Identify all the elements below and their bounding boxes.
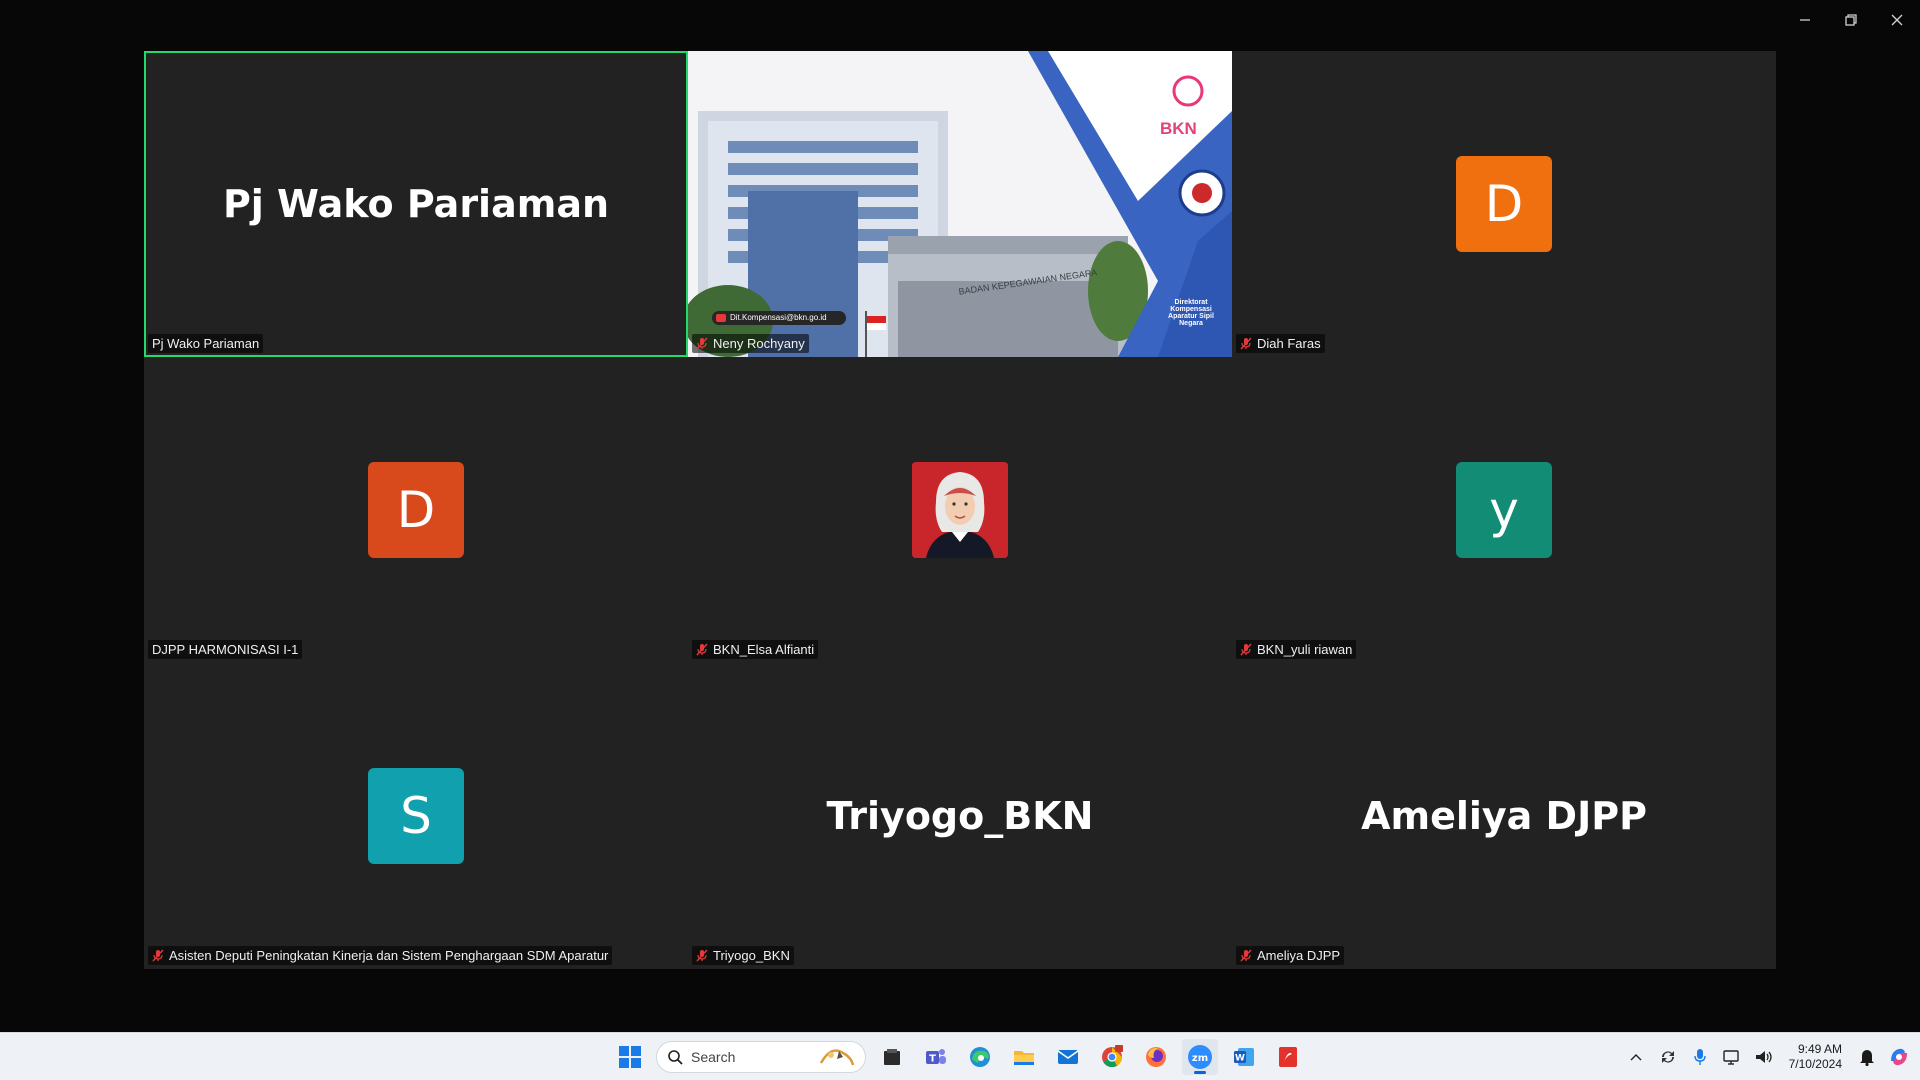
participant-avatar: y	[1456, 462, 1552, 558]
mic-muted-icon	[696, 643, 708, 656]
search-placeholder: Search	[691, 1049, 736, 1065]
taskbar: Search T zm W 9:49 AM 7/10/2024	[0, 1032, 1920, 1080]
participant-tile[interactable]: Pj Wako Pariaman Pj Wako Pariaman	[144, 51, 688, 357]
file-manager-icon[interactable]	[874, 1039, 910, 1075]
restore-icon[interactable]	[1828, 0, 1874, 40]
participant-name-label: Triyogo_BKN	[713, 948, 790, 963]
svg-text:zm: zm	[1192, 1053, 1208, 1064]
participant-name-tag: BKN_yuli riawan	[1236, 640, 1357, 659]
zoom-icon[interactable]: zm	[1182, 1039, 1218, 1075]
bkn-logo-text: BKN	[1160, 119, 1197, 138]
mic-muted-icon	[696, 337, 708, 350]
participant-name-label: Diah Faras	[1257, 336, 1321, 351]
participant-display-name: Triyogo_BKN	[826, 794, 1094, 838]
network-icon[interactable]	[1719, 1042, 1745, 1072]
word-icon[interactable]: W	[1226, 1039, 1262, 1075]
clock-date: 7/10/2024	[1788, 1057, 1842, 1071]
participant-name-tag: Ameliya DJPP	[1236, 946, 1345, 965]
participant-name-label: Neny Rochyany	[713, 336, 805, 351]
participant-avatar: D	[1456, 156, 1552, 252]
participant-name-label: BKN_Elsa Alfianti	[713, 642, 815, 657]
pdf-icon[interactable]	[1270, 1039, 1306, 1075]
file-explorer-icon[interactable]	[1006, 1039, 1042, 1075]
participant-name-tag: Triyogo_BKN	[692, 946, 794, 965]
participant-tile[interactable]: D DJPP HARMONISASI I-1	[144, 357, 688, 663]
participant-name-tag: Neny Rochyany	[692, 334, 809, 353]
volume-icon[interactable]	[1751, 1042, 1777, 1072]
participant-tile[interactable]: BKN_Elsa Alfianti	[688, 357, 1232, 663]
window-controls	[1782, 0, 1920, 40]
mic-muted-icon	[1240, 643, 1252, 656]
minimize-icon[interactable]	[1782, 0, 1828, 40]
chevron-up-icon[interactable]	[1623, 1042, 1649, 1072]
search-highlight-icon	[817, 1045, 855, 1070]
participant-video-tile[interactable]: BKN BADAN KEPEGAWAIAN NEGARA Dit.Kompens…	[688, 51, 1232, 357]
notification-bell-icon[interactable]	[1854, 1042, 1880, 1072]
close-icon[interactable]	[1874, 0, 1920, 40]
firefox-icon[interactable]	[1138, 1039, 1174, 1075]
participant-name-label: Pj Wako Pariaman	[152, 336, 260, 351]
participant-tile[interactable]: y BKN_yuli riawan	[1232, 357, 1776, 663]
participant-name-tag: BKN_Elsa Alfianti	[692, 640, 819, 659]
participant-name-tag: Asisten Deputi Peningkatan Kinerja dan S…	[148, 946, 613, 965]
mic-muted-icon	[1240, 949, 1252, 962]
participant-name-tag: Pj Wako Pariaman	[148, 334, 264, 353]
participant-avatar: S	[368, 768, 464, 864]
svg-text:T: T	[929, 1054, 936, 1065]
participant-display-name: Pj Wako Pariaman	[222, 182, 610, 226]
copilot-icon[interactable]	[1886, 1042, 1912, 1072]
sync-icon[interactable]	[1655, 1042, 1681, 1072]
participant-tile[interactable]: Triyogo_BKN Triyogo_BKN	[688, 663, 1232, 969]
mic-muted-icon	[696, 949, 708, 962]
system-tray: 9:49 AM 7/10/2024	[1623, 1033, 1912, 1080]
edge-icon[interactable]	[962, 1039, 998, 1075]
participant-photo	[912, 462, 1008, 558]
teams-icon[interactable]: T	[918, 1039, 954, 1075]
zoom-meeting-window: Pj Wako Pariaman Pj Wako Pariaman BKN BA…	[0, 0, 1920, 1080]
microphone-icon[interactable]	[1687, 1042, 1713, 1072]
participant-tile[interactable]: S Asisten Deputi Peningkatan Kinerja dan…	[144, 663, 688, 969]
participant-avatar: D	[368, 462, 464, 558]
windows-start-icon[interactable]	[612, 1039, 648, 1075]
mic-muted-icon	[1240, 337, 1252, 350]
search-input[interactable]: Search	[656, 1041, 866, 1073]
taskbar-apps: Search T zm W	[612, 1033, 1306, 1080]
directorate-text: Direktorat Kompensasi Aparatur Sipil Neg…	[1168, 299, 1214, 327]
mail-icon[interactable]	[1050, 1039, 1086, 1075]
search-icon	[668, 1050, 683, 1065]
email-text: Dit.Kompensasi@bkn.go.id	[730, 313, 827, 322]
participant-tile[interactable]: Ameliya DJPP Ameliya DJPP	[1232, 663, 1776, 969]
participant-name-tag: DJPP HARMONISASI I-1	[148, 640, 303, 659]
shared-video-feed	[688, 51, 1232, 357]
mic-muted-icon	[152, 949, 164, 962]
gallery-view: Pj Wako Pariaman Pj Wako Pariaman BKN BA…	[144, 51, 1776, 969]
participant-name-label: Ameliya DJPP	[1257, 948, 1341, 963]
chrome-icon[interactable]	[1094, 1039, 1130, 1075]
clock[interactable]: 9:49 AM 7/10/2024	[1783, 1042, 1848, 1072]
participant-display-name: Ameliya DJPP	[1361, 794, 1647, 838]
participant-tile[interactable]: D Diah Faras	[1232, 51, 1776, 357]
svg-text:W: W	[1235, 1054, 1245, 1064]
participant-name-label: Asisten Deputi Peningkatan Kinerja dan S…	[169, 948, 609, 963]
clock-time: 9:49 AM	[1797, 1042, 1842, 1056]
participant-name-tag: Diah Faras	[1236, 334, 1325, 353]
participant-name-label: BKN_yuli riawan	[1257, 642, 1353, 657]
participant-name-label: DJPP HARMONISASI I-1	[152, 642, 299, 657]
